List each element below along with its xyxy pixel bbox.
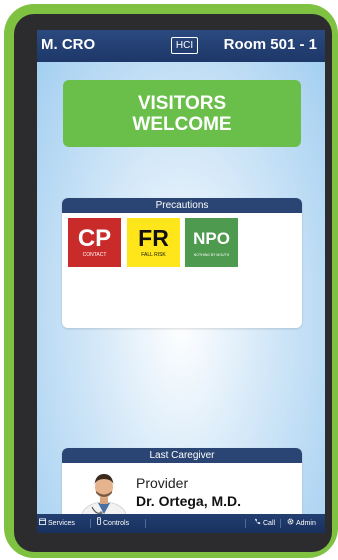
precautions-title: Precautions (62, 198, 302, 213)
precaution-contact[interactable]: CP CONTACT (68, 218, 121, 267)
services-button[interactable]: Services (39, 514, 75, 533)
admin-button[interactable]: Admin (287, 514, 316, 533)
precaution-code: NPO (193, 229, 230, 248)
room-screen: M. CRO HCI Room 501 - 1 VISITORS WELCOME… (37, 30, 325, 533)
precaution-label: FALL RISK (141, 252, 166, 258)
patient-name: M. CRO (41, 36, 96, 53)
last-caregiver-panel[interactable]: Last Caregiver Provider Dr. Ortega, M.D. (62, 448, 302, 523)
precaution-label: CONTACT (82, 252, 107, 258)
controls-label: Controls (103, 520, 130, 527)
admin-label: Admin (296, 520, 316, 527)
nav-divider (90, 519, 91, 528)
nav-divider (280, 519, 281, 528)
precaution-npo[interactable]: NPO NOTHING BY MOUTH (185, 218, 238, 267)
precautions-panel: Precautions CP CONTACT FR FALL RISK NPO … (62, 198, 302, 328)
phone-icon (254, 514, 261, 533)
visitors-welcome-banner: VISITORS WELCOME (63, 80, 301, 147)
banner-line-1: VISITORS (137, 92, 227, 114)
caregiver-title: Last Caregiver (62, 448, 302, 463)
controls-button[interactable]: Controls (97, 514, 129, 533)
nav-divider (245, 519, 246, 528)
nav-divider (145, 519, 146, 528)
precaution-label: NOTHING BY MOUTH (193, 253, 230, 257)
caregiver-role: Provider (136, 475, 189, 491)
gear-icon (287, 514, 294, 533)
precaution-code: CP (77, 225, 112, 252)
call-button[interactable]: Call (254, 514, 275, 533)
brand-logo: HCI (171, 37, 198, 54)
banner-line-2: WELCOME (132, 113, 232, 135)
call-label: Call (263, 520, 276, 527)
calendar-icon (39, 514, 46, 533)
caregiver-name: Dr. Ortega, M.D. (136, 493, 242, 509)
remote-icon (97, 514, 101, 533)
top-bar: M. CRO HCI Room 501 - 1 (37, 30, 325, 62)
bottom-nav-bar: Services Controls Call Admin (37, 514, 325, 533)
precaution-code: FR (138, 225, 169, 251)
doctor-avatar-icon (81, 474, 127, 519)
services-label: Services (48, 520, 75, 527)
precaution-fall-risk[interactable]: FR FALL RISK (127, 218, 180, 267)
precaution-badges: CP CONTACT FR FALL RISK NPO NOTHING BY M… (62, 213, 302, 313)
room-number: Room 501 - 1 (223, 36, 317, 53)
